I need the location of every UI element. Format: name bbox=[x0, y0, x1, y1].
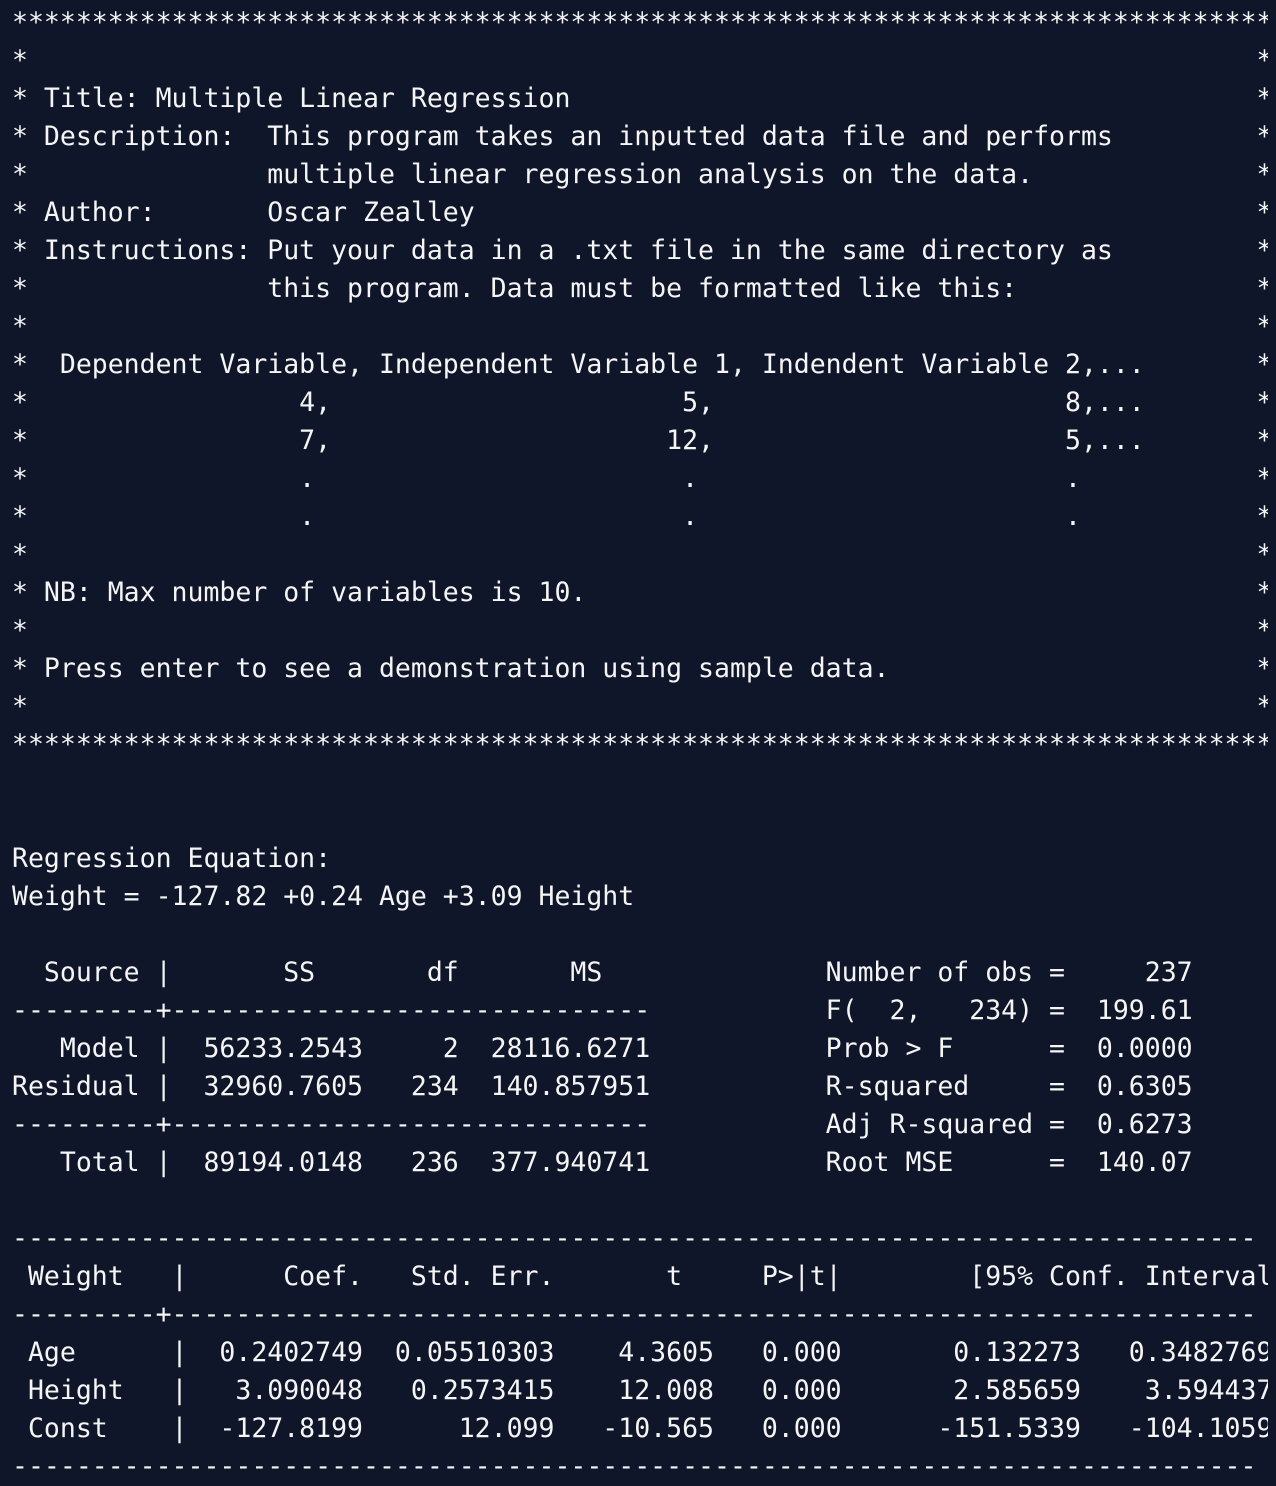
terminal-line: ----------------------------------------… bbox=[12, 1451, 1257, 1482]
terminal-line: Regression Equation: bbox=[12, 843, 332, 874]
terminal-line: * NB: Max number of variables is 10. * bbox=[12, 577, 1268, 608]
terminal-line: * Author: Oscar Zealley * bbox=[12, 197, 1268, 228]
terminal-line: ****************************************… bbox=[12, 7, 1268, 38]
terminal-line: Model | 56233.2543 2 28116.6271 Prob > F… bbox=[12, 1033, 1193, 1064]
terminal-line: ----------------------------------------… bbox=[12, 1223, 1257, 1254]
terminal-line: Height | 3.090048 0.2573415 12.008 0.000… bbox=[12, 1375, 1268, 1406]
terminal-line: * multiple linear regression analysis on… bbox=[12, 159, 1268, 190]
terminal-line: * * bbox=[12, 615, 1268, 646]
terminal-line: ---------+------------------------------… bbox=[12, 1109, 1193, 1140]
terminal-line: Total | 89194.0148 236 377.940741 Root M… bbox=[12, 1147, 1193, 1178]
terminal-line: Residual | 32960.7605 234 140.857951 R-s… bbox=[12, 1071, 1193, 1102]
terminal-line: * . . . * bbox=[12, 463, 1268, 494]
terminal-line: * . . . * bbox=[12, 501, 1268, 532]
terminal-line: * this program. Data must be formatted l… bbox=[12, 273, 1268, 304]
terminal-output: ****************************************… bbox=[12, 4, 1268, 1486]
terminal-line: Const | -127.8199 12.099 -10.565 0.000 -… bbox=[12, 1413, 1268, 1444]
terminal-line: * Title: Multiple Linear Regression * bbox=[12, 83, 1268, 114]
terminal-line: Age | 0.2402749 0.05510303 4.3605 0.000 … bbox=[12, 1337, 1268, 1368]
terminal-line: ****************************************… bbox=[12, 729, 1268, 760]
terminal-line: * * bbox=[12, 311, 1268, 342]
terminal-line: Source | SS df MS Number of obs = 237 bbox=[12, 957, 1193, 988]
terminal-line: * Press enter to see a demonstration usi… bbox=[12, 653, 1268, 684]
terminal-line: * 7, 12, 5,... * bbox=[12, 425, 1268, 456]
terminal-line: * * bbox=[12, 691, 1268, 722]
terminal-line: ---------+------------------------------… bbox=[12, 995, 1193, 1026]
terminal-line: * * bbox=[12, 45, 1268, 76]
terminal-line: * Dependent Variable, Independent Variab… bbox=[12, 349, 1268, 380]
terminal-line: Weight = -127.82 +0.24 Age +3.09 Height bbox=[12, 881, 635, 912]
terminal-line: * 4, 5, 8,... * bbox=[12, 387, 1268, 418]
terminal-line: * Description: This program takes an inp… bbox=[12, 121, 1268, 152]
terminal-line: * * bbox=[12, 539, 1268, 570]
terminal-line: * Instructions: Put your data in a .txt … bbox=[12, 235, 1268, 266]
terminal-line: Weight | Coef. Std. Err. t P>|t| [95% Co… bbox=[12, 1261, 1268, 1292]
terminal-line: ---------+------------------------------… bbox=[12, 1299, 1257, 1330]
